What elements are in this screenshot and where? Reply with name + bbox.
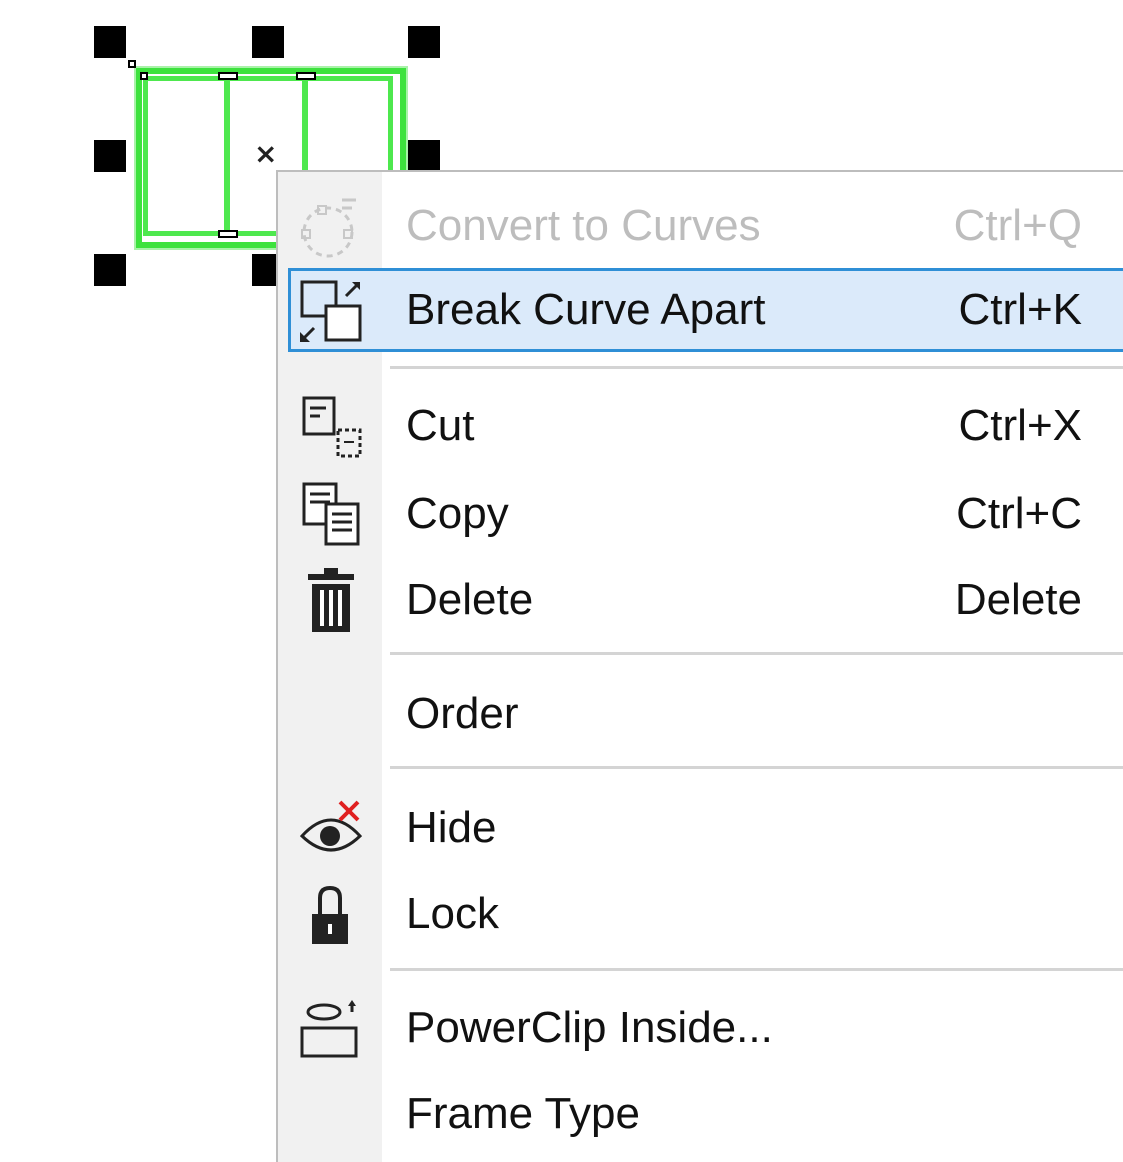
menu-item-label: PowerClip Inside...: [406, 1003, 773, 1052]
cut-icon: [302, 396, 362, 458]
selection-handle-tc[interactable]: [252, 26, 284, 58]
menu-item-delete[interactable]: Delete Delete: [288, 558, 1123, 642]
menu-item-shortcut: Delete: [954, 575, 1082, 624]
context-menu: Convert to Curves Ctrl+Q Break Curve Apa…: [276, 170, 1123, 1162]
menu-item-shortcut: Ctrl+X: [958, 401, 1082, 450]
menu-item-shortcut: Ctrl+C: [956, 489, 1082, 538]
selection-handle-ml[interactable]: [94, 140, 126, 172]
selection-handle-bl[interactable]: [94, 254, 126, 286]
trash-icon: [308, 568, 354, 632]
menu-separator: [390, 652, 1123, 655]
menu-item-order[interactable]: Order: [288, 672, 1123, 756]
menu-item-label: Order: [406, 689, 519, 738]
menu-item-label: Cut: [406, 401, 475, 450]
menu-separator: [390, 766, 1123, 769]
node-handle[interactable]: [128, 60, 136, 68]
selection-handle-mr[interactable]: [408, 140, 440, 172]
frame-divider-right: [302, 76, 308, 176]
menu-item-convert-to-curves: Convert to Curves Ctrl+Q: [288, 184, 1123, 268]
menu-item-shortcut: Ctrl+K: [958, 285, 1082, 334]
menu-item-copy[interactable]: Copy Ctrl+C: [288, 472, 1123, 556]
menu-item-label: Hide: [406, 803, 497, 852]
selection-handle-tl[interactable]: [94, 26, 126, 58]
menu-item-powerclip-inside[interactable]: PowerClip Inside...: [288, 986, 1123, 1070]
powerclip-icon: [300, 1000, 358, 1058]
menu-item-frame-type[interactable]: Frame Type: [288, 1072, 1123, 1156]
frame-divider-left: [224, 76, 230, 238]
convert-curves-icon: [301, 198, 356, 258]
menu-item-shortcut: Ctrl+Q: [953, 201, 1082, 250]
lock-icon: [312, 885, 348, 944]
node-handle[interactable]: [296, 72, 316, 80]
node-handle[interactable]: [218, 230, 238, 238]
selection-handle-tr[interactable]: [408, 26, 440, 58]
node-handle[interactable]: [140, 72, 148, 80]
menu-item-label: Lock: [406, 889, 499, 938]
break-apart-icon: [300, 280, 362, 342]
menu-separator: [390, 366, 1123, 369]
menu-item-lock[interactable]: Lock: [288, 872, 1123, 956]
menu-item-label: Break Curve Apart: [406, 285, 766, 334]
menu-item-label: Convert to Curves: [406, 201, 761, 250]
menu-item-cut[interactable]: Cut Ctrl+X: [288, 384, 1123, 468]
center-mark-icon: ×: [254, 137, 278, 170]
copy-icon: [302, 482, 360, 546]
menu-item-label: Copy: [406, 489, 509, 538]
hide-icon: [299, 800, 363, 852]
menu-item-label: Frame Type: [406, 1089, 640, 1138]
node-handle[interactable]: [218, 72, 238, 80]
menu-item-label: Delete: [406, 575, 534, 624]
menu-separator: [390, 968, 1123, 971]
menu-item-hide[interactable]: Hide: [288, 786, 1123, 870]
menu-item-break-curve-apart[interactable]: Break Curve Apart Ctrl+K: [288, 268, 1123, 352]
